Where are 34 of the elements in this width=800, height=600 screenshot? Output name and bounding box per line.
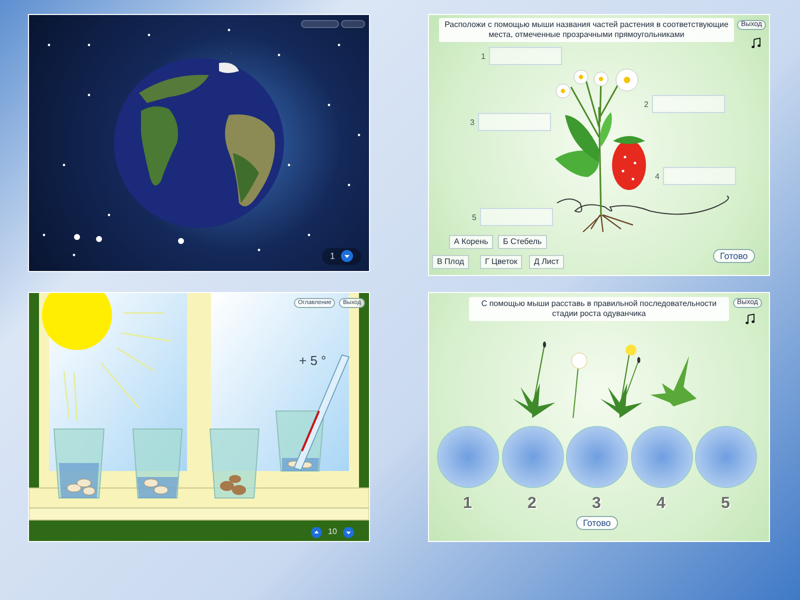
position-number: 3 — [592, 494, 601, 514]
drop-target-field[interactable] — [652, 95, 725, 113]
word-card[interactable]: Б Стебель — [498, 235, 547, 249]
music-note-icon[interactable] — [751, 37, 763, 49]
word-card[interactable]: В Плод — [432, 255, 470, 269]
word-card[interactable]: Г Цветок — [480, 255, 522, 269]
drop-target-field[interactable] — [480, 208, 553, 226]
drop-target-field[interactable] — [489, 47, 562, 65]
done-button[interactable]: Готово — [713, 249, 755, 263]
slot-number: 1 — [481, 51, 486, 63]
position-number: 1 — [463, 494, 472, 514]
page-number: 10 — [328, 526, 337, 538]
slot-number: 4 — [655, 171, 660, 183]
drop-target-field[interactable] — [478, 113, 551, 131]
done-button[interactable]: Готово — [576, 516, 618, 530]
slot-number: 3 — [470, 117, 474, 129]
music-note-icon[interactable] — [745, 313, 757, 325]
faded-button[interactable] — [341, 20, 365, 28]
slot-number: 5 — [472, 212, 476, 224]
instruction-text: Расположи с помощью мыши названия частей растения в соответствующие места, отмеченные прозрачными прямоугольниками — [439, 18, 734, 42]
next-page-icon[interactable] — [342, 526, 354, 538]
position-number: 5 — [721, 494, 730, 514]
temperature-label: + 5 ° — [299, 352, 326, 370]
faded-button[interactable] — [301, 20, 339, 28]
position-number: 4 — [656, 494, 666, 514]
next-page-icon[interactable] — [341, 250, 353, 262]
previous-page-icon[interactable] — [311, 526, 322, 538]
slot-number: 2 — [644, 99, 648, 111]
word-card[interactable]: Д Лист — [529, 255, 564, 269]
instruction-text: С помощью мыши расставь в правильной последовательности стадии роста одуванчика — [469, 297, 729, 321]
word-card[interactable]: А Корень — [449, 235, 494, 249]
page-number: 1 — [330, 250, 335, 262]
position-number: 2 — [528, 494, 536, 514]
drop-target-field[interactable] — [663, 167, 736, 185]
